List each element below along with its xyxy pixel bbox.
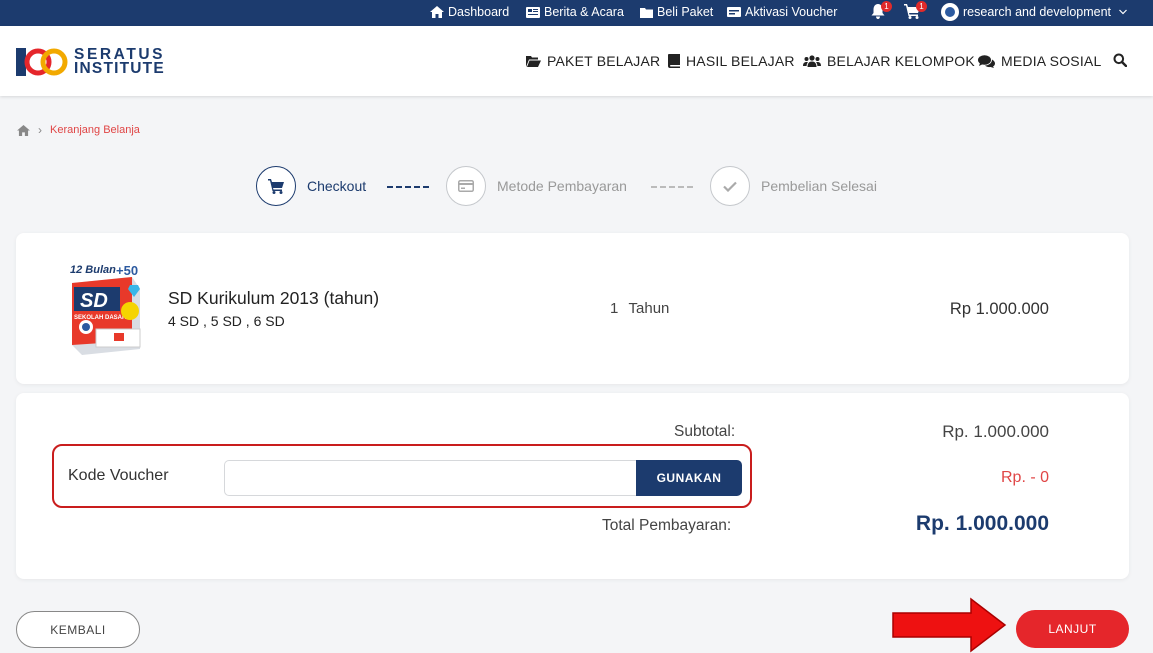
continue-button[interactable]: LANJUT — [1016, 610, 1129, 648]
notification-button[interactable]: 1 — [871, 1, 892, 22]
home-icon — [430, 6, 444, 18]
summary-card: Subtotal: Rp. 1.000.000 Kode Voucher GUN… — [16, 393, 1129, 579]
voucher-activation-link[interactable]: Aktivasi Voucher — [727, 5, 837, 19]
product-box-sub-text: SEKOLAH DASAR — [74, 315, 127, 321]
product-image: 12 Bulan +50 SD SEKOLAH DASAR — [70, 263, 141, 355]
avatar — [941, 3, 959, 21]
search-button[interactable] — [1113, 53, 1127, 67]
cart-count: 1 — [916, 1, 927, 12]
step-checkout-circle — [256, 166, 296, 206]
check-icon — [723, 181, 737, 192]
breadcrumb: › Keranjang Belanja — [17, 123, 140, 137]
voucher-label: Kode Voucher — [68, 467, 169, 484]
product-duration: 1 Tahun — [610, 300, 669, 317]
voucher-form: Kode Voucher GUNAKAN — [52, 444, 752, 508]
subtotal-label: Subtotal: — [674, 423, 736, 440]
step-connector — [387, 186, 429, 188]
cart-button[interactable]: 1 — [904, 1, 927, 22]
folder-icon — [640, 7, 653, 18]
step-payment-circle — [446, 166, 486, 206]
product-box-badge-text: +50 — [116, 263, 138, 278]
total-label: Total Pembayaran: — [602, 517, 732, 534]
users-icon — [803, 55, 821, 67]
news-link[interactable]: Berita & Acara — [526, 5, 624, 19]
step-payment-label: Metode Pembayaran — [497, 178, 627, 194]
step-complete-label: Pembelian Selesai — [761, 178, 877, 194]
chevron-down-icon — [1119, 9, 1127, 15]
nav-hasil-belajar[interactable]: HASIL BELAJAR — [668, 53, 795, 69]
main-header: SERATUS INSTITUTE PAKET BELAJAR HASIL BE… — [0, 26, 1153, 96]
discount-value: Rp. - 0 — [1000, 469, 1049, 486]
step-checkout-label: Checkout — [307, 178, 367, 194]
breadcrumb-current[interactable]: Keranjang Belanja — [50, 124, 140, 136]
product-qty: 1 — [610, 300, 619, 317]
product-grades: 4 SD , 5 SD , 6 SD — [168, 313, 285, 329]
product-name: SD Kurikulum 2013 (tahun) — [168, 288, 380, 308]
credit-card-icon — [458, 180, 474, 192]
search-icon — [1113, 53, 1127, 67]
cart-icon — [268, 178, 284, 194]
nav-paket-belajar[interactable]: PAKET BELAJAR — [526, 53, 660, 69]
buy-package-link[interactable]: Beli Paket — [640, 5, 713, 19]
card-icon — [727, 7, 741, 17]
nav-media-sosial[interactable]: MEDIA SOSIAL — [978, 53, 1101, 69]
top-bar: Dashboard Berita & Acara Beli Paket Akti… — [0, 0, 1153, 26]
total-value: Rp. 1.000.000 — [915, 512, 1049, 535]
subtotal-value: Rp. 1.000.000 — [942, 422, 1049, 441]
nav-belajar-kelompok[interactable]: BELAJAR KELOMPOK — [803, 53, 975, 69]
home-icon[interactable] — [17, 124, 30, 136]
red-arrow-icon — [892, 597, 1007, 653]
back-button[interactable]: KEMBALI — [16, 611, 140, 648]
book-icon — [668, 54, 680, 68]
cart-item-card: 12 Bulan +50 SD SEKOLAH DASAR SD Kurikul… — [16, 233, 1129, 384]
newspaper-icon — [526, 6, 540, 18]
brand-logo[interactable]: SERATUS INSTITUTE — [16, 46, 165, 78]
notification-count: 1 — [881, 1, 892, 12]
step-complete-circle — [710, 166, 750, 206]
apply-voucher-button[interactable]: GUNAKAN — [636, 460, 742, 496]
breadcrumb-separator: › — [38, 123, 42, 137]
product-box-title-text: SD — [80, 290, 108, 312]
product-duration-unit: Tahun — [628, 300, 670, 317]
step-connector — [651, 186, 693, 188]
logo-mark-icon — [16, 48, 68, 76]
product-price: Rp 1.000.000 — [949, 300, 1049, 318]
folder-open-icon — [526, 55, 541, 67]
comments-icon — [978, 54, 995, 68]
user-menu[interactable]: research and development — [941, 3, 1127, 21]
product-box-top-text: 12 Bulan — [70, 264, 116, 276]
brand-line2: INSTITUTE — [74, 60, 165, 77]
voucher-input[interactable] — [224, 460, 637, 496]
dashboard-link[interactable]: Dashboard — [430, 5, 509, 19]
